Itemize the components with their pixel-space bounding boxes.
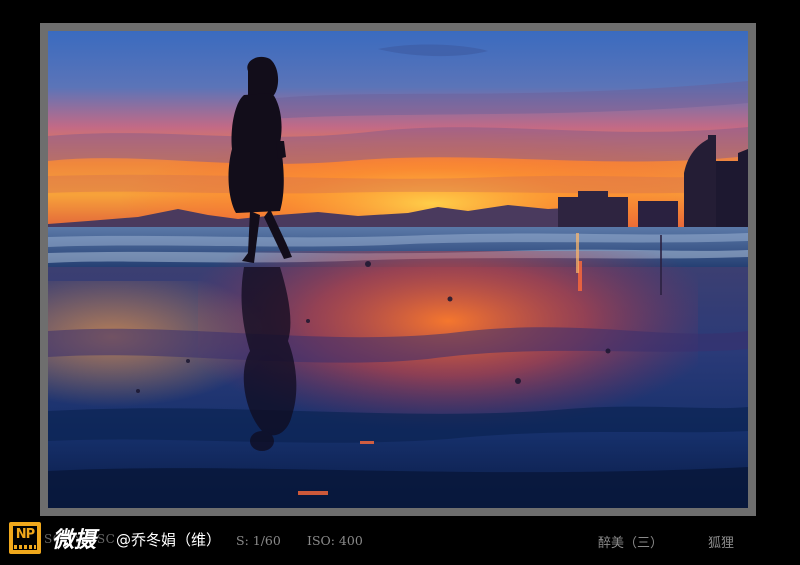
film-strip-icon xyxy=(14,545,36,549)
iso-text: ISO: 400 xyxy=(307,533,363,548)
photographer-name: 狐狸 xyxy=(708,536,735,551)
photo-title: 醉美（三） xyxy=(598,536,664,551)
shutter-speed-text: S: 1/60 xyxy=(236,533,281,548)
platform-watermark: 微摄 xyxy=(52,528,97,553)
logo-text: NP xyxy=(15,527,35,542)
photo-artwork xyxy=(48,31,748,508)
photo-frame xyxy=(40,23,756,516)
sunset-beach-photo xyxy=(48,31,748,508)
author-watermark: @乔冬娟（维） xyxy=(116,531,222,549)
np-logo-icon: NP xyxy=(9,522,41,554)
